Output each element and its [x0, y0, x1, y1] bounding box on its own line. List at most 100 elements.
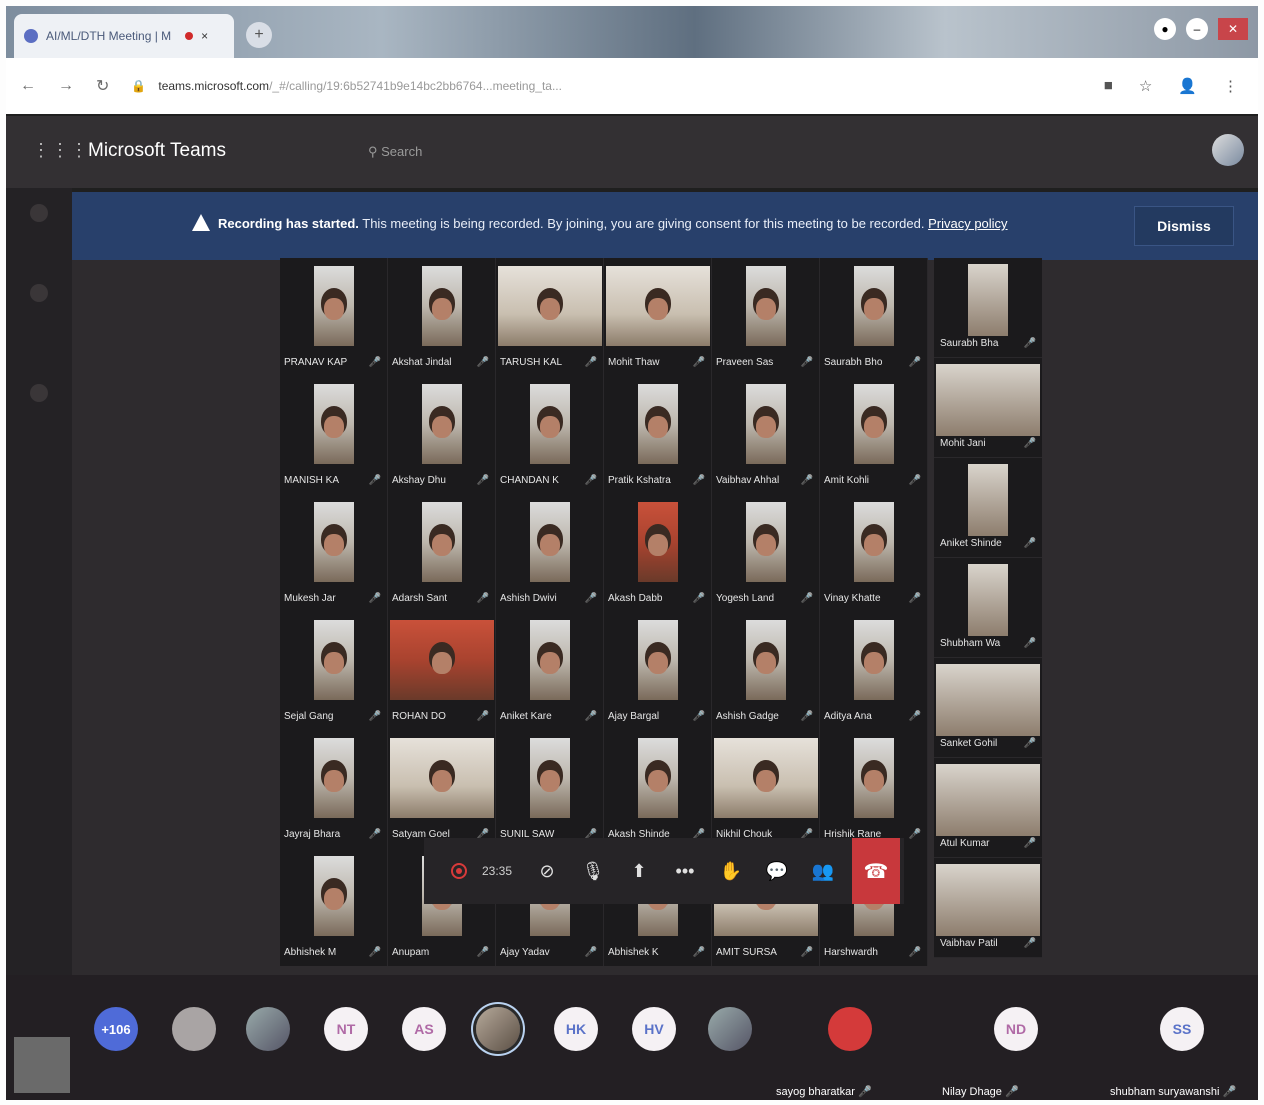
- minimize-icon[interactable]: –: [1186, 18, 1208, 40]
- video-tile[interactable]: TARUSH KAL 🎤: [496, 258, 604, 376]
- participant-name: Adarsh Sant: [392, 593, 448, 604]
- video-tile[interactable]: Vaibhav Patil 🎤: [934, 858, 1042, 958]
- more-participants-badge[interactable]: +106: [94, 1007, 138, 1051]
- mic-off-icon[interactable]: 🎙: [570, 838, 616, 904]
- person-face: [647, 416, 668, 438]
- app-launcher-icon[interactable]: ⋮⋮⋮: [32, 140, 89, 161]
- video-tile[interactable]: Abhishek M 🎤: [280, 848, 388, 966]
- bookmark-star-icon[interactable]: ☆: [1139, 77, 1152, 95]
- participant-avatar[interactable]: [172, 1007, 216, 1051]
- video-tile[interactable]: Ashish Gadge 🎤: [712, 612, 820, 730]
- video-tile[interactable]: Shubham Wa 🎤: [934, 558, 1042, 658]
- mic-icon: 🎤: [908, 829, 921, 840]
- participant-avatar[interactable]: [708, 1007, 752, 1051]
- participant-name: Vaibhav Ahhal: [716, 475, 780, 486]
- video-tile[interactable]: Sanket Gohil 🎤: [934, 658, 1042, 758]
- camera-permission-icon[interactable]: ■: [1104, 77, 1113, 95]
- video-tile[interactable]: Vinay Khatte 🎤: [820, 494, 928, 612]
- user-avatar[interactable]: [1212, 134, 1244, 166]
- person-face: [863, 652, 884, 674]
- activity-icon[interactable]: [30, 204, 48, 222]
- people-icon[interactable]: 👥: [800, 838, 846, 904]
- video-tile[interactable]: Aditya Ana 🎤: [820, 612, 928, 730]
- person-face: [431, 298, 452, 320]
- person-face: [539, 652, 560, 674]
- video-tile[interactable]: Aniket Shinde 🎤: [934, 458, 1042, 558]
- video-tile[interactable]: Adarsh Sant 🎤: [388, 494, 496, 612]
- participant-avatar-selected[interactable]: [476, 1007, 520, 1051]
- close-window-icon[interactable]: ✕: [1218, 18, 1248, 40]
- forward-icon[interactable]: →: [58, 77, 74, 95]
- video-tile[interactable]: ROHAN DO 🎤: [388, 612, 496, 730]
- video-feed: [936, 864, 1040, 936]
- video-tile[interactable]: Vaibhav Ahhal 🎤: [712, 376, 820, 494]
- more-icon[interactable]: •••: [662, 838, 708, 904]
- video-tile[interactable]: Sejal Gang 🎤: [280, 612, 388, 730]
- video-tile[interactable]: Satyam Goel 🎤: [388, 730, 496, 848]
- video-tile[interactable]: Akshat Jindal 🎤: [388, 258, 496, 376]
- video-tile[interactable]: Jayraj Bhara 🎤: [280, 730, 388, 848]
- participant-name: Mohit Jani: [940, 438, 986, 449]
- video-tile[interactable]: Akash Shinde 🎤: [604, 730, 712, 848]
- participant-initials[interactable]: HV: [632, 1007, 676, 1051]
- camera-off-icon[interactable]: ⊘: [524, 838, 570, 904]
- reload-icon[interactable]: ↻: [96, 76, 109, 96]
- raise-hand-icon[interactable]: ✋: [708, 838, 754, 904]
- video-tile[interactable]: Hrishik Rane 🎤: [820, 730, 928, 848]
- video-tile[interactable]: Mohit Thaw 🎤: [604, 258, 712, 376]
- video-tile[interactable]: Mukesh Jar 🎤: [280, 494, 388, 612]
- participant-initials[interactable]: AS: [402, 1007, 446, 1051]
- video-tile[interactable]: Akshay Dhu 🎤: [388, 376, 496, 494]
- video-feed: [968, 264, 1008, 336]
- app-rail: [6, 188, 72, 1098]
- video-tile[interactable]: Saurabh Bha 🎤: [934, 258, 1042, 358]
- participant-name: Yogesh Land: [716, 593, 775, 604]
- video-tile[interactable]: Akash Dabb 🎤: [604, 494, 712, 612]
- participant-initials[interactable]: SS: [1160, 1007, 1204, 1051]
- video-tile[interactable]: Yogesh Land 🎤: [712, 494, 820, 612]
- video-tile[interactable]: CHANDAN K 🎤: [496, 376, 604, 494]
- privacy-policy-link[interactable]: Privacy policy: [928, 216, 1007, 231]
- record-icon[interactable]: [436, 838, 482, 904]
- participant-name: Anupam: [392, 947, 430, 958]
- video-tile[interactable]: Ajay Bargal 🎤: [604, 612, 712, 730]
- participant-avatar[interactable]: [828, 1007, 872, 1051]
- hang-up-button[interactable]: ☎: [852, 838, 900, 904]
- participant-avatar[interactable]: [246, 1007, 290, 1051]
- participant-initials[interactable]: HK: [554, 1007, 598, 1051]
- mic-icon: 🎤: [800, 593, 813, 604]
- back-icon[interactable]: ←: [20, 77, 36, 95]
- video-tile[interactable]: Praveen Sas 🎤: [712, 258, 820, 376]
- dismiss-button[interactable]: Dismiss: [1134, 206, 1234, 246]
- participant-initials[interactable]: ND: [994, 1007, 1038, 1051]
- video-tile[interactable]: Aniket Kare 🎤: [496, 612, 604, 730]
- video-tile[interactable]: Nikhil Chouk 🎤: [712, 730, 820, 848]
- calendar-icon[interactable]: [30, 384, 48, 402]
- participant-name: Ashish Dwivi: [500, 593, 557, 604]
- video-tile[interactable]: PRANAV KAP 🎤: [280, 258, 388, 376]
- person-face: [431, 652, 452, 674]
- video-tile[interactable]: Mohit Jani 🎤: [934, 358, 1042, 458]
- chat-rail-icon[interactable]: [30, 284, 48, 302]
- video-tile[interactable]: Ashish Dwivi 🎤: [496, 494, 604, 612]
- search-box[interactable]: ⚲ Search: [368, 144, 422, 160]
- profile-icon[interactable]: 👤: [1178, 77, 1197, 95]
- participant-initials[interactable]: NT: [324, 1007, 368, 1051]
- video-tile[interactable]: MANISH KA 🎤: [280, 376, 388, 494]
- share-tray-icon[interactable]: ⬆: [616, 838, 662, 904]
- video-tile[interactable]: Pratik Kshatra 🎤: [604, 376, 712, 494]
- video-tile[interactable]: Saurabh Bho 🎤: [820, 258, 928, 376]
- new-tab-button[interactable]: +: [246, 22, 272, 48]
- video-tile[interactable]: SUNIL SAW 🎤: [496, 730, 604, 848]
- chat-icon[interactable]: 💬: [754, 838, 800, 904]
- participant-name: Vinay Khatte: [824, 593, 881, 604]
- browser-tab[interactable]: AI/ML/DTH Meeting | M ×: [14, 14, 234, 58]
- browser-menu-icon[interactable]: ⋮: [1223, 77, 1238, 95]
- url-field[interactable]: teams.microsoft.com/_#/calling/19:6b5274…: [158, 79, 562, 93]
- search-placeholder: Search: [381, 144, 423, 159]
- url-host: teams.microsoft.com: [158, 79, 270, 93]
- extension-icon[interactable]: ●: [1154, 18, 1176, 40]
- close-tab-icon[interactable]: ×: [201, 29, 208, 43]
- video-tile[interactable]: Atul Kumar 🎤: [934, 758, 1042, 858]
- video-tile[interactable]: Amit Kohli 🎤: [820, 376, 928, 494]
